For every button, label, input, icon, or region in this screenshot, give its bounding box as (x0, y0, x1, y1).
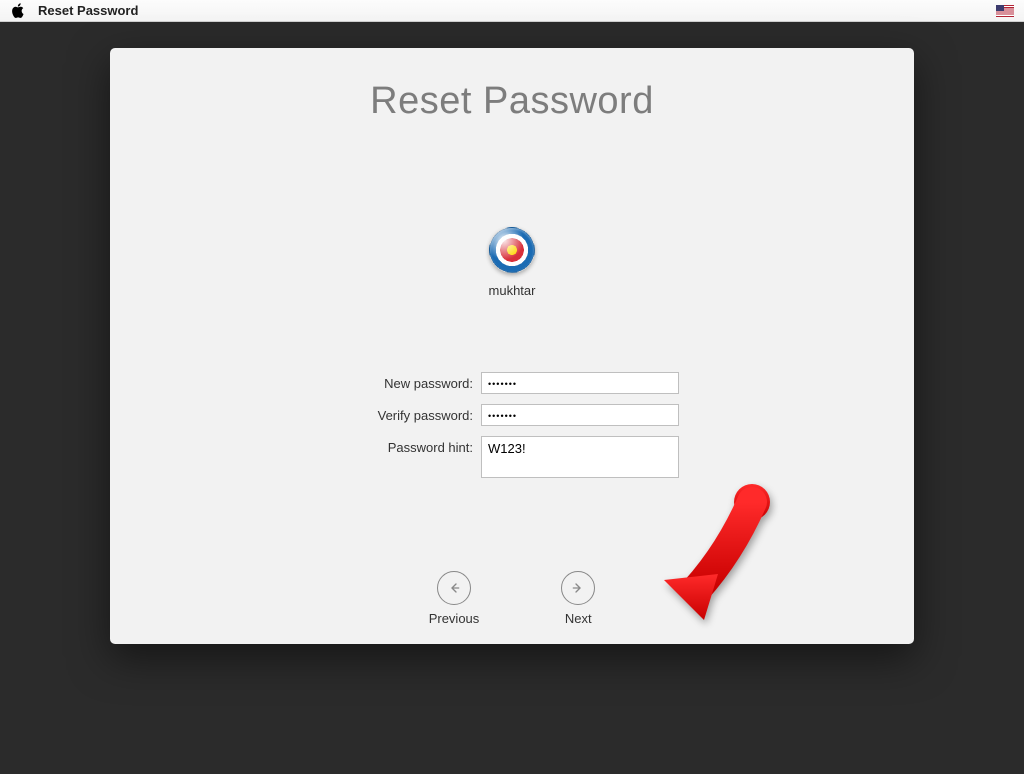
page-title: Reset Password (370, 80, 654, 123)
previous-button[interactable]: Previous (429, 571, 480, 626)
next-label: Next (565, 611, 592, 626)
next-button[interactable]: Next (561, 571, 595, 626)
nav-row: Previous Next (110, 571, 914, 626)
password-hint-label: Password hint: (345, 436, 473, 455)
new-password-field[interactable]: ••••••• (481, 372, 679, 394)
new-password-label: New password: (345, 372, 473, 391)
password-hint-field[interactable] (481, 436, 679, 478)
us-flag-icon[interactable] (996, 5, 1014, 17)
desktop: Reset Password mukhtar New password: •••… (0, 22, 1024, 774)
arrow-right-icon (561, 571, 595, 605)
verify-password-row: Verify password: ••••••• (345, 404, 679, 426)
user-name-label: mukhtar (489, 283, 536, 298)
menubar: Reset Password (0, 0, 1024, 22)
apple-logo-icon[interactable] (10, 4, 24, 18)
verify-password-field[interactable]: ••••••• (481, 404, 679, 426)
password-hint-row: Password hint: (345, 436, 679, 478)
user-section: mukhtar (489, 227, 536, 298)
previous-label: Previous (429, 611, 480, 626)
arrow-left-icon (437, 571, 471, 605)
password-form: New password: ••••••• Verify password: •… (345, 372, 679, 478)
menubar-app-title: Reset Password (38, 3, 138, 18)
user-avatar-target-icon[interactable] (489, 227, 535, 273)
verify-password-label: Verify password: (345, 404, 473, 423)
reset-password-dialog: Reset Password mukhtar New password: •••… (110, 48, 914, 644)
new-password-row: New password: ••••••• (345, 372, 679, 394)
